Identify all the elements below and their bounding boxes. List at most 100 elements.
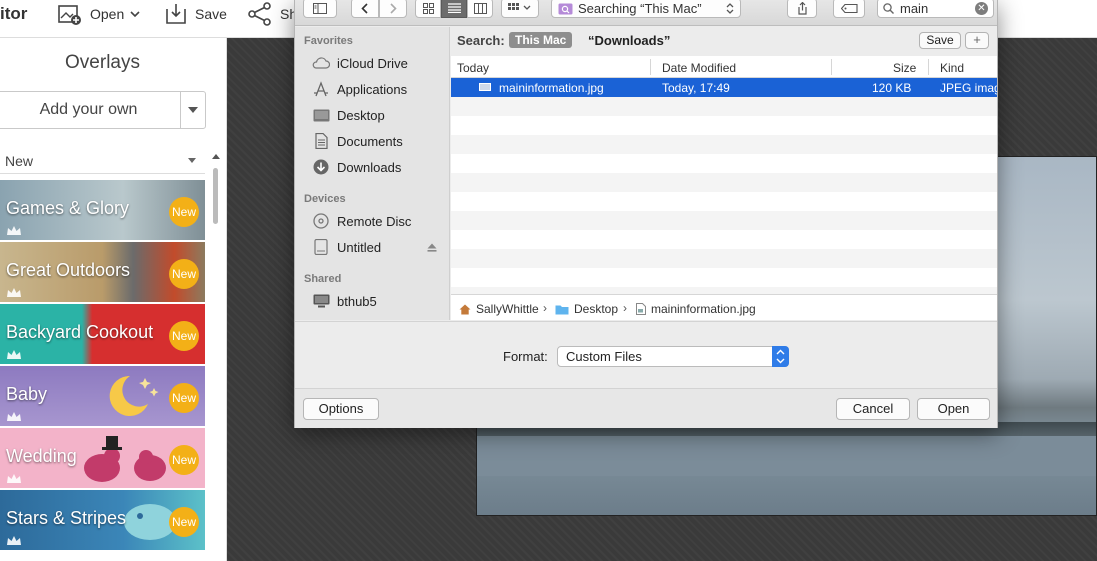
empty-row — [451, 249, 997, 268]
overlay-filter-select[interactable]: New — [0, 148, 205, 174]
download-icon — [166, 4, 186, 24]
sidebar-item-documents[interactable]: Documents — [312, 131, 403, 151]
list-icon — [447, 3, 461, 13]
overlay-tile-label: Backyard Cookout — [6, 322, 154, 342]
add-criteria-button[interactable]: + — [965, 32, 989, 49]
image-add-icon — [58, 5, 81, 25]
scroll-thumb[interactable] — [213, 168, 218, 224]
scroll-up-arrow[interactable] — [212, 154, 220, 159]
dialog-sidebar: Favorites iCloud Drive Applications Desk… — [295, 27, 450, 320]
back-button[interactable] — [351, 0, 379, 18]
caret-down-icon — [188, 107, 198, 113]
sidebar-item-applications[interactable]: Applications — [312, 79, 407, 99]
empty-row — [451, 287, 997, 294]
image-file-icon — [479, 83, 491, 91]
share-button[interactable] — [787, 0, 817, 18]
empty-row — [451, 154, 997, 173]
search-input[interactable]: main ✕ — [877, 0, 994, 18]
image-file-icon — [636, 303, 646, 315]
overlay-tile[interactable]: Great Outdoors New — [0, 242, 205, 302]
overlay-tile[interactable]: Games & Glory New — [0, 180, 205, 240]
sidebar-item-remote-disc[interactable]: Remote Disc — [312, 211, 411, 231]
empty-row — [451, 97, 997, 116]
sidebar-item-untitled[interactable]: Untitled — [312, 237, 440, 257]
path-crumb-label: Desktop — [574, 302, 619, 316]
scope-this-mac-button[interactable]: This Mac — [509, 32, 573, 48]
devices-heading: Devices — [304, 193, 346, 205]
new-badge: New — [169, 321, 199, 351]
cancel-button[interactable]: Cancel — [836, 398, 910, 420]
add-your-own-button[interactable]: Add your own — [0, 92, 180, 128]
open-button[interactable]: Open — [58, 0, 148, 28]
path-crumb-desktop[interactable]: Desktop — [555, 302, 618, 316]
save-search-button[interactable]: Save — [919, 32, 961, 49]
empty-row — [451, 116, 997, 135]
drive-icon — [314, 239, 328, 255]
share-button[interactable]: Sh — [248, 0, 297, 28]
column-kind-header[interactable]: Kind — [940, 61, 964, 75]
home-icon — [459, 304, 471, 314]
save-label: Save — [195, 6, 227, 22]
empty-row — [451, 135, 997, 154]
add-your-own-dropdown[interactable]: Add your own — [0, 91, 206, 129]
overlay-tile[interactable]: Stars & Stripes New — [0, 490, 205, 550]
column-divider — [650, 59, 651, 75]
file-list-header: Today Date Modified Size Kind — [451, 56, 997, 78]
open-file-button[interactable]: Open — [917, 398, 990, 420]
overlay-tile-label: Baby — [6, 384, 48, 404]
add-your-own-arrow[interactable] — [180, 92, 205, 128]
empty-row — [451, 192, 997, 211]
forward-button[interactable] — [379, 0, 407, 18]
search-scope-popup[interactable]: Searching “This Mac” — [551, 0, 741, 18]
format-row: Format: Custom Files — [295, 321, 997, 387]
column-size-header[interactable]: Size — [893, 61, 916, 75]
file-row[interactable]: maininformation.jpg Today, 17:49 120 KB … — [451, 78, 997, 97]
options-button[interactable]: Options — [303, 398, 379, 420]
overlay-tile-label: Great Outdoors — [6, 260, 131, 280]
eject-icon[interactable] — [427, 243, 437, 252]
icon-view-button[interactable] — [415, 0, 441, 18]
overlay-tiles: Games & Glory New Great Outdoors New Bac… — [0, 180, 205, 552]
column-view-button[interactable] — [467, 0, 493, 18]
sidebar-item-label: Desktop — [337, 107, 385, 123]
sidebar-item-downloads[interactable]: Downloads — [312, 157, 401, 177]
path-crumb-home[interactable]: SallyWhittle — [459, 302, 539, 316]
clear-search-icon[interactable]: ✕ — [975, 2, 988, 15]
overlay-tile[interactable]: Baby New — [0, 366, 205, 426]
sidebar-item-icloud-drive[interactable]: iCloud Drive — [312, 53, 408, 73]
sidebar-item-label: Downloads — [337, 159, 402, 175]
sidebar-item-desktop[interactable]: Desktop — [312, 105, 385, 125]
photo-water — [477, 436, 1096, 476]
file-size: 120 KB — [872, 81, 912, 95]
disc-icon — [313, 213, 329, 229]
sidebar-item-label: Untitled — [337, 239, 382, 255]
empty-row — [451, 211, 997, 230]
format-value: Custom Files — [566, 349, 642, 364]
chevron-down-icon — [130, 11, 140, 18]
overlay-filter-value: New — [5, 153, 34, 169]
path-separator: › — [623, 301, 627, 315]
crown-icon — [7, 536, 21, 545]
list-view-button[interactable] — [441, 0, 467, 18]
overlay-tile[interactable]: Wedding New — [0, 428, 205, 488]
new-badge: New — [169, 507, 199, 537]
sidebar-item-label: iCloud Drive — [337, 55, 408, 71]
empty-row — [451, 173, 997, 192]
sidebar-toggle-button[interactable] — [303, 0, 337, 18]
scope-downloads-button[interactable]: “Downloads” — [588, 33, 670, 48]
path-crumb-file[interactable]: maininformation.jpg — [636, 302, 756, 316]
save-button[interactable]: Save — [165, 0, 227, 28]
column-name-header[interactable]: Today — [457, 61, 489, 75]
tag-button[interactable] — [833, 0, 865, 18]
overlays-scrollbar[interactable] — [211, 154, 221, 558]
format-select[interactable]: Custom Files — [557, 346, 789, 367]
column-date-header[interactable]: Date Modified — [662, 61, 736, 75]
search-scope-label: Search: — [457, 33, 505, 48]
format-stepper[interactable] — [772, 346, 789, 367]
new-badge: New — [169, 383, 199, 413]
sidebar-item-bthub5[interactable]: bthub5 — [312, 291, 377, 311]
file-date: Today, 17:49 — [662, 81, 730, 95]
arrange-button[interactable] — [501, 0, 539, 18]
overlay-tile[interactable]: Backyard Cookout New — [0, 304, 205, 364]
overlay-tile-label: Games & Glory — [6, 198, 130, 218]
